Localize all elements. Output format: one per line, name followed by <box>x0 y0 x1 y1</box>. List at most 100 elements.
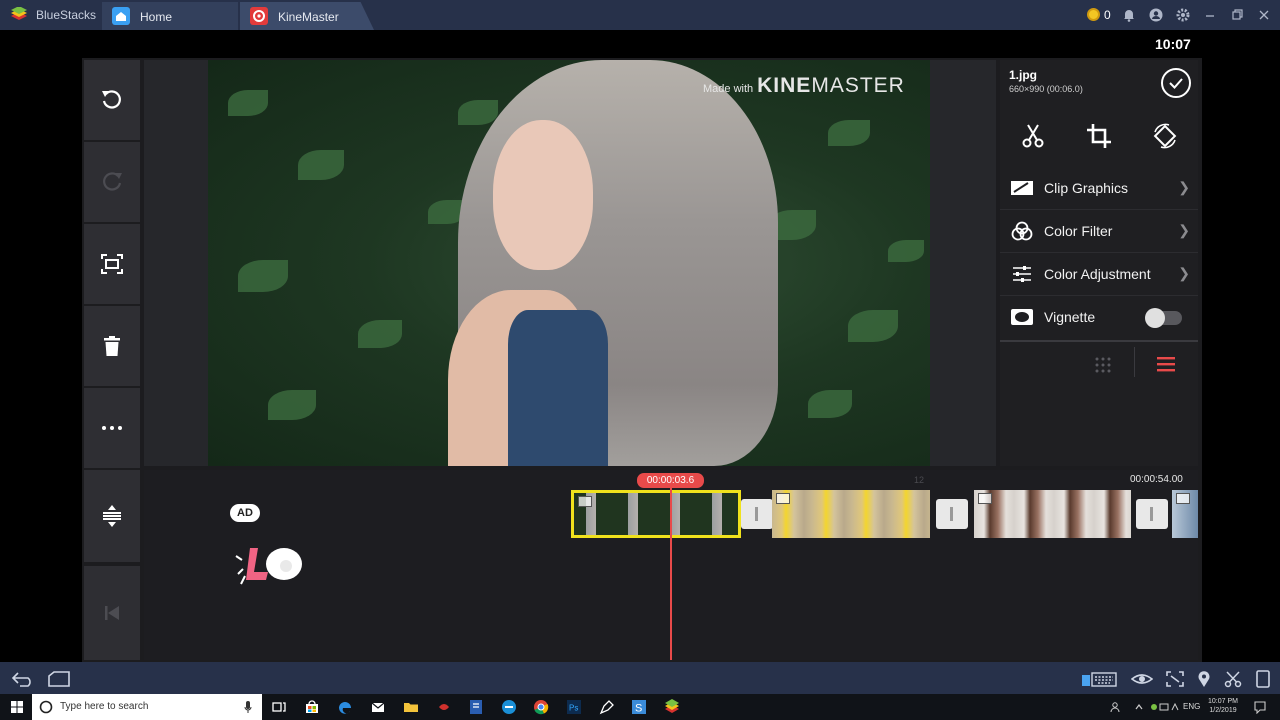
grid-view-icon[interactable] <box>1094 356 1112 374</box>
bluestacks-logo-icon <box>11 7 27 20</box>
transition-button[interactable] <box>741 499 773 529</box>
close-icon[interactable] <box>1256 7 1272 23</box>
fullscreen-icon <box>101 254 123 274</box>
image-clip-icon <box>978 493 992 504</box>
location-icon[interactable] <box>1196 670 1212 688</box>
menu-color-filter[interactable]: Color Filter ❯ <box>1000 210 1198 253</box>
menu-clip-graphics-label: Clip Graphics <box>1044 180 1129 196</box>
kinemaster-icon <box>250 7 268 25</box>
ad-logo[interactable] <box>234 542 306 586</box>
gear-icon[interactable] <box>1175 7 1191 23</box>
restore-icon[interactable] <box>1229 7 1245 23</box>
taskbar-search-placeholder: Type here to search <box>60 701 149 712</box>
watermark-prefix: Made with <box>703 83 754 95</box>
menu-clip-graphics[interactable]: Clip Graphics ❯ <box>1000 167 1198 210</box>
eye-icon[interactable] <box>1131 670 1153 688</box>
split-button[interactable] <box>1000 112 1066 160</box>
taskbar-clock-date: 1/2/2019 <box>1209 707 1237 714</box>
redo-icon <box>103 172 122 191</box>
file-explorer-icon[interactable] <box>403 699 419 715</box>
timeline-expand-button[interactable] <box>84 470 140 562</box>
app-blue-document-icon[interactable] <box>468 699 484 715</box>
chevron-up-icon[interactable] <box>1134 702 1144 712</box>
photoshop-icon[interactable]: Ps <box>566 699 582 715</box>
jump-to-start-button[interactable] <box>84 566 140 660</box>
store-icon[interactable] <box>304 699 320 715</box>
clip-info: 660×990 (00:06.0) <box>1009 84 1083 94</box>
tab-kinemaster-label: KineMaster <box>278 10 339 24</box>
people-icon[interactable] <box>1110 701 1122 713</box>
watermark-brand-kine: KINE <box>757 74 812 97</box>
home-icon <box>112 7 130 25</box>
total-duration: 00:00:54.00 <box>1130 474 1183 485</box>
skip-start-icon <box>105 606 119 620</box>
mail-icon[interactable] <box>370 699 386 715</box>
clip-name: 1.jpg <box>1009 68 1038 82</box>
system-tray-icons[interactable] <box>1150 702 1180 712</box>
more-icon <box>102 426 122 430</box>
undo-icon <box>102 90 121 109</box>
microphone-icon[interactable] <box>244 700 252 714</box>
redo-button[interactable] <box>84 142 140 222</box>
timeline-clip-selected[interactable] <box>571 490 741 538</box>
screen-resize-icon[interactable] <box>1165 670 1185 688</box>
scissors-icon <box>1022 124 1044 148</box>
timeline-clip[interactable] <box>772 490 930 538</box>
app-s-icon[interactable]: S <box>631 699 647 715</box>
tab-home[interactable]: Home <box>102 2 238 30</box>
color-filter-icon <box>1011 221 1033 241</box>
coin-icon[interactable] <box>1087 8 1100 21</box>
image-clip-icon <box>776 493 790 504</box>
status-clock: 10:07 <box>1155 36 1191 52</box>
rotate-button[interactable] <box>1132 112 1198 160</box>
app-teal-icon[interactable] <box>501 699 517 715</box>
color-adjustment-icon <box>1013 266 1031 282</box>
home-nav-icon[interactable] <box>46 670 72 688</box>
more-button[interactable] <box>84 388 140 468</box>
ad-badge: AD <box>230 504 260 522</box>
keyboard-icon[interactable] <box>1080 670 1118 688</box>
bluestacks-taskbar-icon[interactable] <box>664 699 680 715</box>
vignette-icon <box>1011 309 1033 325</box>
crop-icon <box>1087 124 1111 148</box>
back-icon[interactable] <box>10 670 36 688</box>
rotate-icon <box>1153 123 1177 149</box>
menu-vignette-label: Vignette <box>1044 309 1096 325</box>
tab-kinemaster[interactable]: KineMaster <box>240 2 374 30</box>
app-pen-icon[interactable] <box>599 699 615 715</box>
edge-icon[interactable] <box>337 699 353 715</box>
transition-button[interactable] <box>936 499 968 529</box>
menu-color-adjustment[interactable]: Color Adjustment ❯ <box>1000 253 1198 296</box>
taskbar-clock[interactable]: 10:07 PM 1/2/2019 <box>1208 697 1238 715</box>
bell-icon[interactable] <box>1121 7 1137 23</box>
timeline-clip[interactable] <box>1172 490 1198 538</box>
playhead[interactable] <box>670 486 672 660</box>
image-clip-icon <box>578 496 592 507</box>
undo-button[interactable] <box>84 60 140 140</box>
task-view-icon[interactable] <box>271 699 287 715</box>
chevron-right-icon: ❯ <box>1178 179 1190 195</box>
app-red-icon[interactable] <box>436 699 452 715</box>
phone-rotate-icon[interactable] <box>1255 670 1271 688</box>
clip-graphics-icon <box>1011 181 1033 195</box>
list-view-icon[interactable] <box>1157 356 1175 372</box>
delete-button[interactable] <box>84 306 140 386</box>
windows-start-icon[interactable] <box>11 701 23 713</box>
transition-button[interactable] <box>1136 499 1168 529</box>
minimize-icon[interactable] <box>1202 7 1218 23</box>
vignette-toggle-knob[interactable] <box>1145 308 1165 328</box>
preview-image[interactable] <box>208 60 930 466</box>
crop-button[interactable] <box>1066 112 1132 160</box>
clip-tool-row <box>1000 112 1198 160</box>
language-indicator[interactable]: ENG <box>1183 702 1200 711</box>
notification-center-icon[interactable] <box>1253 700 1267 714</box>
panel-vertical-separator <box>1134 347 1135 377</box>
fullscreen-button[interactable] <box>84 224 140 304</box>
scissors-nav-icon[interactable] <box>1223 670 1243 688</box>
done-button[interactable] <box>1161 68 1191 98</box>
account-icon[interactable] <box>1148 7 1164 23</box>
svg-text:Ps: Ps <box>569 704 578 713</box>
timeline-clip[interactable] <box>974 490 1131 538</box>
menu-color-filter-label: Color Filter <box>1044 223 1113 239</box>
chrome-icon[interactable] <box>533 699 549 715</box>
